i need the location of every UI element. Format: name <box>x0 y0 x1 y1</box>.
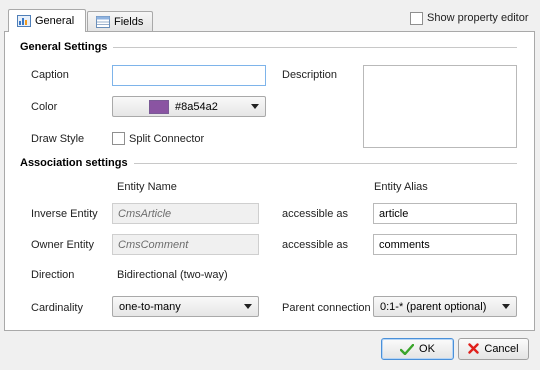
ok-button[interactable]: OK <box>381 338 454 360</box>
tab-fields[interactable]: Fields <box>87 11 153 32</box>
description-label: Description <box>282 69 338 81</box>
fields-tab-icon <box>96 16 110 28</box>
tab-general[interactable]: General <box>8 9 86 32</box>
caption-input[interactable] <box>112 65 266 86</box>
tab-general-label: General <box>35 15 75 27</box>
inverse-entity-label: Inverse Entity <box>31 208 98 220</box>
owner-alias-input[interactable] <box>373 234 517 255</box>
color-value: #8a54a2 <box>175 100 218 113</box>
color-label: Color <box>31 101 58 113</box>
general-tab-icon <box>17 15 31 27</box>
ok-button-label: OK <box>419 343 435 355</box>
direction-label: Direction <box>31 269 75 281</box>
entity-name-header: Entity Name <box>117 181 177 193</box>
checkmark-icon <box>399 343 415 356</box>
cardinality-select[interactable]: one-to-many <box>112 296 259 317</box>
owner-accessible-as-label: accessible as <box>282 239 349 251</box>
close-icon <box>468 343 480 355</box>
inverse-accessible-as-label: accessible as <box>282 208 349 220</box>
chevron-down-icon <box>502 304 510 309</box>
owner-entity-input <box>112 234 259 255</box>
owner-entity-label: Owner Entity <box>31 239 94 251</box>
inverse-entity-input <box>112 203 259 224</box>
split-connector-label: Split Connector <box>129 133 205 145</box>
cardinality-label: Cardinality <box>31 302 83 314</box>
cancel-button-label: Cancel <box>484 343 519 355</box>
cancel-button[interactable]: Cancel <box>458 338 529 360</box>
entity-alias-header: Entity Alias <box>374 181 428 193</box>
draw-style-label: Draw Style <box>31 133 85 145</box>
color-swatch <box>149 99 169 114</box>
parent-connection-value: 0:1-* (parent optional) <box>380 300 487 313</box>
parent-connection-select[interactable]: 0:1-* (parent optional) <box>373 296 517 317</box>
show-property-editor-checkbox[interactable] <box>410 12 423 25</box>
cardinality-value: one-to-many <box>119 300 181 313</box>
parent-connection-label: Parent connection <box>282 302 371 314</box>
chevron-down-icon <box>251 104 259 109</box>
tab-fields-label: Fields <box>114 16 144 28</box>
general-settings-title: General Settings <box>20 41 114 53</box>
show-property-editor-label: Show property editor <box>427 12 529 24</box>
direction-value: Bidirectional (two-way) <box>117 269 228 281</box>
association-settings-title: Association settings <box>20 157 134 169</box>
inverse-alias-input[interactable] <box>373 203 517 224</box>
chevron-down-icon <box>244 304 252 309</box>
split-connector-checkbox[interactable] <box>112 132 125 145</box>
description-textarea[interactable] <box>363 65 517 148</box>
color-picker[interactable]: #8a54a2 <box>112 96 266 117</box>
caption-label: Caption <box>31 69 69 81</box>
